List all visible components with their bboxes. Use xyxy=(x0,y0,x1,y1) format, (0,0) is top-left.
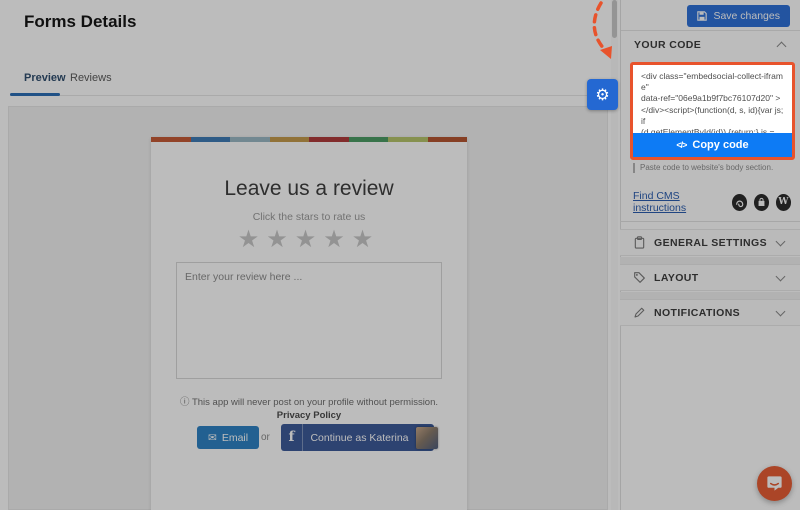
code-line: </div><script>(function(d, s, id){var js… xyxy=(641,104,784,126)
copy-code-button[interactable]: </> Copy code xyxy=(633,133,792,157)
embed-code-block: <div class="embedsocial-collect-iframe" … xyxy=(630,62,795,160)
code-icon: </> xyxy=(676,140,687,150)
code-line: (d.getElementById(id)) {return;} js = xyxy=(641,127,775,133)
copy-code-label: Copy code xyxy=(692,139,749,151)
forms-details-page: Forms Details Preview Reviews Leave us a… xyxy=(0,0,800,510)
code-line: <div class="embedsocial-collect-iframe" xyxy=(641,71,783,93)
gear-icon: ⚙ xyxy=(595,85,610,104)
embed-code-text[interactable]: <div class="embedsocial-collect-iframe" … xyxy=(633,65,792,133)
code-line: data-ref="06e9a1b9f7bc76107d20" > xyxy=(641,93,781,104)
gear-button[interactable]: ⚙ xyxy=(587,79,618,110)
tour-arrow xyxy=(592,1,612,59)
